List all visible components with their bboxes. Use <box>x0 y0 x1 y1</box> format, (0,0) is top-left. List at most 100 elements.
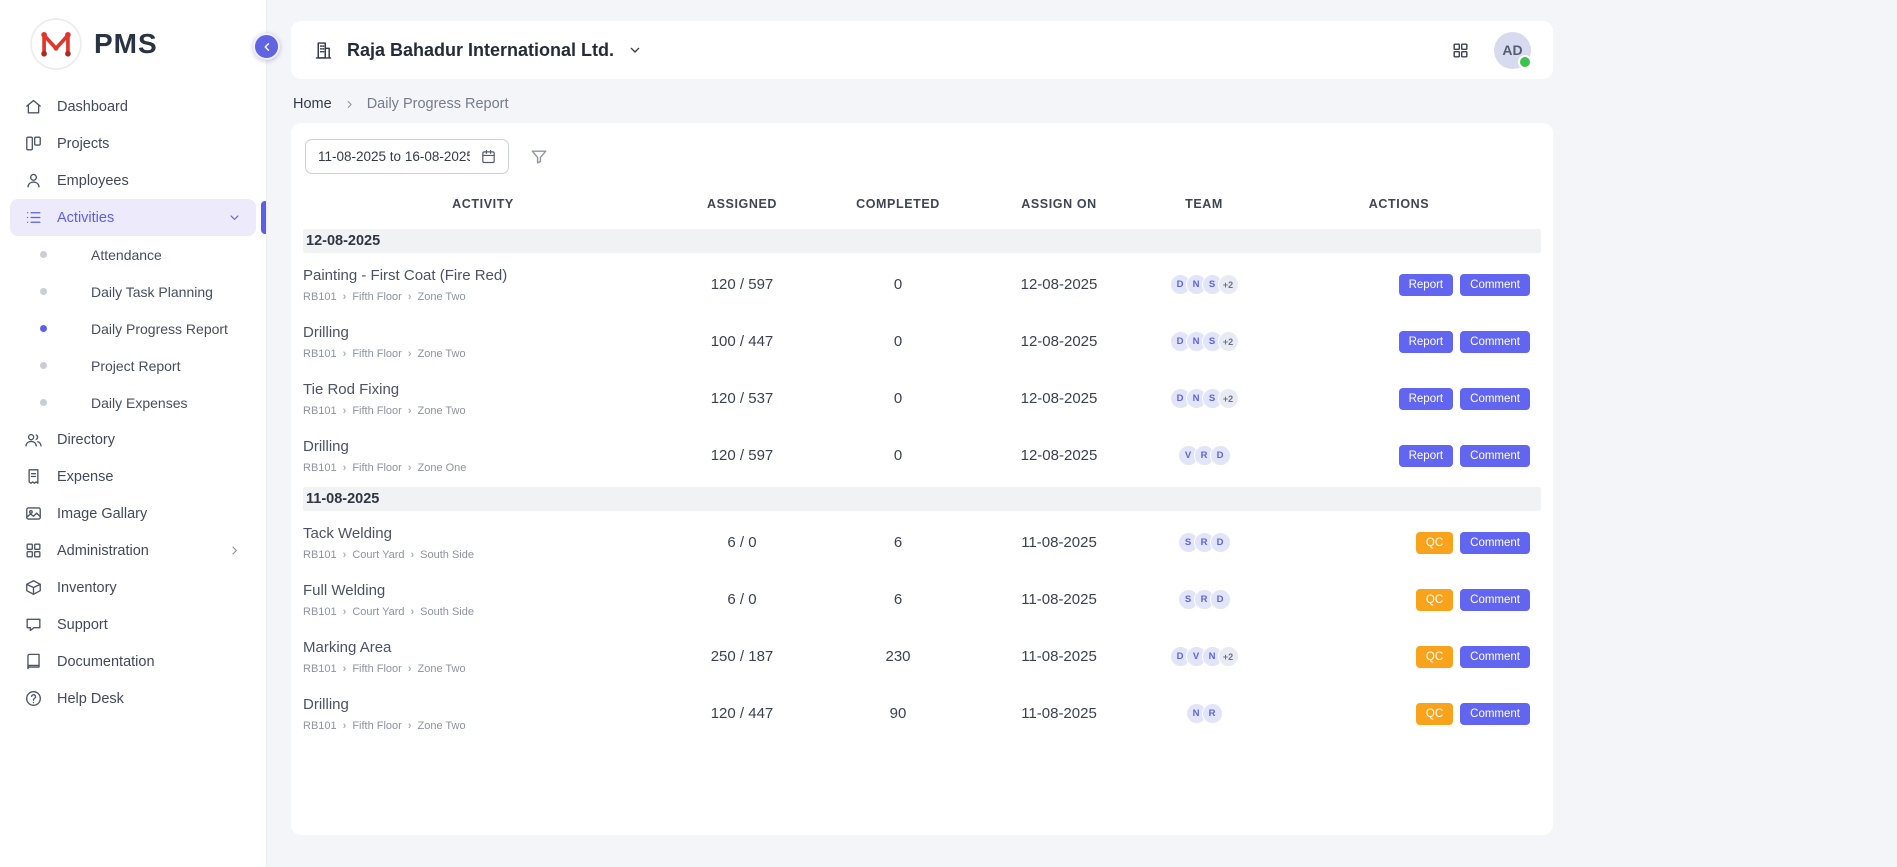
team-member-avatar[interactable]: D <box>1210 445 1231 466</box>
comment-button[interactable]: Comment <box>1460 646 1530 668</box>
sidebar-item-projects[interactable]: Projects <box>10 125 256 162</box>
bullet-icon <box>40 251 47 258</box>
column-header-completed: COMPLETED <box>821 197 975 211</box>
sidebar-item-expense[interactable]: Expense <box>10 458 256 495</box>
column-header-activity: ACTIVITY <box>303 197 663 211</box>
chevron-right-icon: › <box>343 663 347 675</box>
sidebar-item-activities[interactable]: Activities <box>10 199 256 236</box>
activity-name: Tie Rod Fixing <box>303 381 663 398</box>
assigned-cell: 120 / 597 <box>663 447 821 464</box>
sidebar-item-image-gallary[interactable]: Image Gallary <box>10 495 256 532</box>
activity-cell: Painting - First Coat (Fire Red)RB101›Fi… <box>303 267 663 303</box>
activity-cell: DrillingRB101›Fifth Floor›Zone One <box>303 438 663 474</box>
qc-button[interactable]: QC <box>1416 589 1453 611</box>
date-range-input[interactable] <box>316 148 472 165</box>
activity-path: RB101›Fifth Floor›Zone One <box>303 462 663 474</box>
comment-button[interactable]: Comment <box>1460 589 1530 611</box>
comment-button[interactable]: Comment <box>1460 703 1530 725</box>
comment-button[interactable]: Comment <box>1460 445 1530 467</box>
activity-path-segment: South Side <box>420 549 474 561</box>
activity-name: Drilling <box>303 324 663 341</box>
sidebar-item-employees[interactable]: Employees <box>10 162 256 199</box>
company-selector[interactable]: Raja Bahadur International Ltd. <box>313 40 643 61</box>
sidebar-subitem-daily-expenses[interactable]: Daily Expenses <box>10 384 256 421</box>
sidebar-subitem-project-report[interactable]: Project Report <box>10 347 256 384</box>
bullet-icon <box>40 288 47 295</box>
qc-button[interactable]: QC <box>1416 646 1453 668</box>
activity-path-segment: RB101 <box>303 462 337 474</box>
report-button[interactable]: Report <box>1399 445 1454 467</box>
activity-path-segment: Fifth Floor <box>352 720 402 732</box>
actions-cell: Report Comment <box>1265 331 1533 353</box>
team-cell: SRD <box>1143 589 1265 610</box>
projects-icon <box>24 134 43 153</box>
sidebar-item-administration[interactable]: Administration <box>10 532 256 569</box>
report-button[interactable]: Report <box>1399 274 1454 296</box>
report-button[interactable]: Report <box>1399 388 1454 410</box>
breadcrumb-home-link[interactable]: Home <box>293 96 332 112</box>
team-member-avatar[interactable]: D <box>1210 532 1231 553</box>
sidebar-subitem-label: Daily Progress Report <box>91 321 228 337</box>
sidebar-item-directory[interactable]: Directory <box>10 421 256 458</box>
sidebar-item-inventory[interactable]: Inventory <box>10 569 256 606</box>
sidebar-item-label: Projects <box>57 136 109 152</box>
comment-button[interactable]: Comment <box>1460 532 1530 554</box>
report-button[interactable]: Report <box>1399 331 1454 353</box>
team-member-avatar[interactable]: D <box>1210 589 1231 610</box>
activity-path-segment: RB101 <box>303 606 337 618</box>
assign-on-cell: 11-08-2025 <box>975 705 1143 722</box>
user-avatar[interactable]: AD <box>1494 32 1531 69</box>
activity-cell: Tie Rod FixingRB101›Fifth Floor›Zone Two <box>303 381 663 417</box>
sidebar-item-dashboard[interactable]: Dashboard <box>10 88 256 125</box>
activity-path-segment: Zone Two <box>418 348 466 360</box>
activity-cell: DrillingRB101›Fifth Floor›Zone Two <box>303 696 663 732</box>
activity-name: Drilling <box>303 696 663 713</box>
actions-cell: Report Comment <box>1265 388 1533 410</box>
activity-cell: Marking AreaRB101›Fifth Floor›Zone Two <box>303 639 663 675</box>
comment-button[interactable]: Comment <box>1460 274 1530 296</box>
sidebar-item-documentation[interactable]: Documentation <box>10 643 256 680</box>
group-date-row: 12-08-2025 <box>303 229 1541 253</box>
comment-button[interactable]: Comment <box>1460 388 1530 410</box>
table-row: Marking AreaRB101›Fifth Floor›Zone Two25… <box>303 628 1541 685</box>
assign-on-cell: 11-08-2025 <box>975 648 1143 665</box>
chevron-right-icon: › <box>343 606 347 618</box>
assign-on-cell: 12-08-2025 <box>975 447 1143 464</box>
sidebar-subitem-daily-task-planning[interactable]: Daily Task Planning <box>10 273 256 310</box>
table-row: Full WeldingRB101›Court Yard›South Side6… <box>303 571 1541 628</box>
team-extra-count[interactable]: +2 <box>1218 646 1239 667</box>
team-cell: DNS+2 <box>1143 388 1265 409</box>
administration-icon <box>24 541 43 560</box>
table-row: Tack WeldingRB101›Court Yard›South Side6… <box>303 514 1541 571</box>
calendar-icon[interactable] <box>480 148 497 165</box>
sidebar-item-support[interactable]: Support <box>10 606 256 643</box>
sidebar-subitem-attendance[interactable]: Attendance <box>10 236 256 273</box>
date-range-picker[interactable] <box>305 139 509 174</box>
directory-icon <box>24 430 43 449</box>
team-extra-count[interactable]: +2 <box>1218 388 1239 409</box>
filter-row <box>303 139 1541 182</box>
sidebar-subitem-daily-progress-report[interactable]: Daily Progress Report <box>10 310 256 347</box>
sidebar-item-label: Directory <box>57 432 115 448</box>
team-cell: DNS+2 <box>1143 274 1265 295</box>
assign-on-cell: 11-08-2025 <box>975 534 1143 551</box>
sidebar-item-help-desk[interactable]: Help Desk <box>10 680 256 717</box>
activity-path: RB101›Fifth Floor›Zone Two <box>303 348 663 360</box>
documentation-icon <box>24 652 43 671</box>
sidebar-collapse-button[interactable] <box>253 33 280 60</box>
qc-button[interactable]: QC <box>1416 532 1453 554</box>
activity-path-segment: Zone One <box>418 462 467 474</box>
activity-path: RB101›Fifth Floor›Zone Two <box>303 663 663 675</box>
filter-funnel-icon[interactable] <box>529 147 549 167</box>
team-member-avatar[interactable]: R <box>1202 703 1223 724</box>
activity-path-segment: Zone Two <box>418 405 466 417</box>
table-header-row: ACTIVITYASSIGNEDCOMPLETEDASSIGN ONTEAMAC… <box>303 182 1541 226</box>
qc-button[interactable]: QC <box>1416 703 1453 725</box>
activity-path-segment: RB101 <box>303 720 337 732</box>
apps-grid-icon[interactable] <box>1451 41 1470 60</box>
team-extra-count[interactable]: +2 <box>1218 274 1239 295</box>
table-body: 12-08-2025 Painting - First Coat (Fire Re… <box>303 229 1541 742</box>
activities-icon <box>24 208 43 227</box>
comment-button[interactable]: Comment <box>1460 331 1530 353</box>
team-extra-count[interactable]: +2 <box>1218 331 1239 352</box>
